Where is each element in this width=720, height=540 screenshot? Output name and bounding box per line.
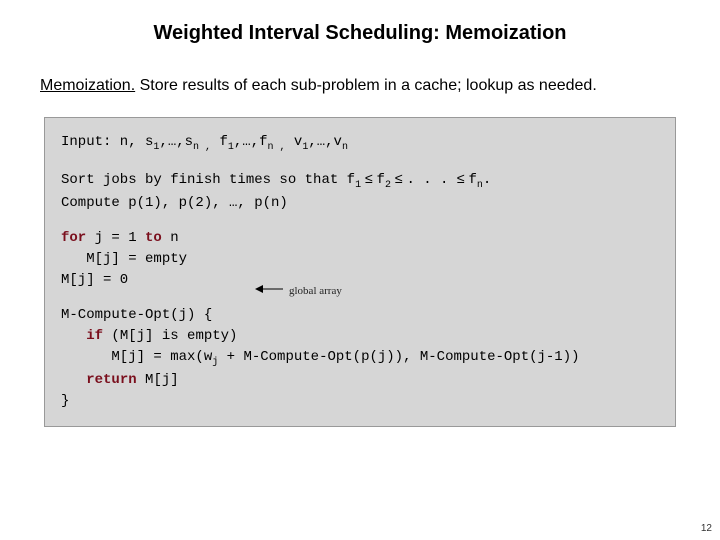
return-line: return M[j] [61,370,659,391]
mj-empty-line: M[j] = empty [61,249,659,270]
sort-line: Sort jobs by finish times so that f1 ≤ f… [61,168,659,193]
input-line: Input: n, s1,…,sn , f1,…,fn , v1,…,vn [61,132,659,155]
lead-word: Memoization. [40,77,135,94]
assign-line: M[j] = max(wj + M-Compute-Opt(p(j)), M-C… [61,347,659,370]
pseudocode-box: Input: n, s1,…,sn , f1,…,fn , v1,…,vn So… [44,117,676,427]
return-keyword: return [86,372,136,388]
slide-title: Weighted Interval Scheduling: Memoizatio… [40,22,680,45]
if-keyword: if [86,328,103,344]
arrow-left-icon [255,283,283,300]
slide: Weighted Interval Scheduling: Memoizatio… [0,0,720,427]
fn-open-line: M-Compute-Opt(j) { [61,305,659,326]
compute-line: Compute p(1), p(2), …, p(n) [61,193,659,214]
for-line: for j = 1 to n [61,228,659,249]
to-keyword: to [145,230,162,246]
for-keyword: for [61,230,86,246]
intro-rest: Store results of each sub-problem in a c… [135,77,597,94]
global-array-annotation: global array [255,283,342,300]
intro-paragraph: Memoization. Store results of each sub-p… [40,75,680,97]
mj-zero-line: M[j] = 0 [61,270,659,291]
if-line: if (M[j] is empty) [61,326,659,347]
page-number: 12 [701,523,712,534]
fn-close-line: } [61,391,659,412]
annotation-text: global array [289,283,342,300]
